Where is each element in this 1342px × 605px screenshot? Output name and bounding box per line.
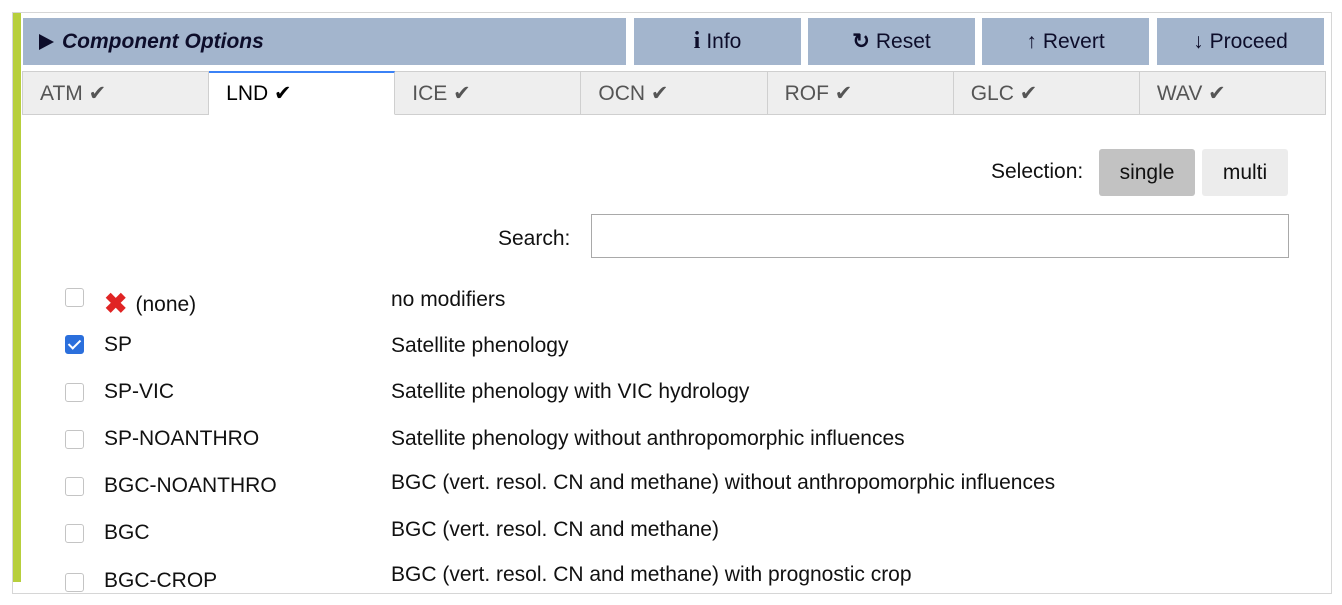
option-row-bgc-crop: BGC-CROP BGC (vert. resol. CN and methan… (0, 563, 1342, 605)
option-checkbox-bgc-noanthro[interactable] (65, 477, 84, 496)
option-name-sp-vic: SP-VIC (104, 380, 175, 403)
option-name-bgc: BGC (104, 521, 150, 544)
arrow-up-icon: ↑ (1026, 29, 1037, 53)
component-options-header[interactable]: Component Options (23, 18, 626, 65)
option-checkbox-bgc-crop[interactable] (65, 573, 84, 592)
selection-multi-button[interactable]: multi (1202, 149, 1288, 196)
component-tabs: ATM ✔ LND ✔ ICE ✔ OCN ✔ ROF ✔ GLC ✔ WAV … (22, 71, 1326, 115)
red-x-icon: ✖ (104, 288, 128, 319)
selection-single-button[interactable]: single (1099, 149, 1195, 196)
selection-label: Selection: (991, 160, 1084, 183)
option-row-sp: SP Satellite phenology (0, 333, 1342, 373)
reset-icon: ↻ (852, 30, 870, 53)
option-name-bgc-noanthro: BGC-NOANTHRO (104, 474, 277, 497)
option-name-sp-noanthro: SP-NOANTHRO (104, 427, 260, 450)
reset-button-label: Reset (875, 29, 931, 53)
option-checkbox-sp-vic[interactable] (65, 383, 84, 402)
tab-glc[interactable]: GLC ✔ (953, 71, 1140, 114)
reset-button[interactable]: ↻ Reset (808, 18, 975, 65)
option-description: BGC (vert. resol. CN and methane) with p… (391, 563, 912, 586)
option-name-none: ✖ (none) (104, 285, 197, 319)
search-input[interactable] (591, 214, 1289, 258)
tab-ocn[interactable]: OCN ✔ (581, 71, 768, 114)
tab-ice[interactable]: ICE ✔ (395, 71, 582, 114)
revert-button[interactable]: ↑ Revert (982, 18, 1149, 65)
option-checkbox-bgc[interactable] (65, 524, 84, 543)
option-description: Satellite phenology (391, 334, 569, 357)
option-row-sp-noanthro: SP-NOANTHRO Satellite phenology without … (0, 427, 1342, 467)
proceed-button[interactable]: ↓ Proceed (1157, 18, 1324, 65)
option-checkbox-sp-noanthro[interactable] (65, 430, 84, 449)
info-button[interactable]: i Info (634, 18, 801, 65)
option-description: Satellite phenology without anthropomorp… (391, 427, 905, 450)
header-title: Component Options (62, 29, 264, 53)
option-checkbox-sp[interactable] (65, 335, 84, 354)
option-name-bgc-crop: BGC-CROP (104, 569, 218, 592)
tab-rof[interactable]: ROF ✔ (767, 71, 954, 114)
option-checkbox-none[interactable] (65, 288, 84, 307)
search-label: Search: (498, 227, 571, 250)
tab-lnd[interactable]: LND ✔ (209, 71, 396, 115)
option-row-bgc: BGC BGC (vert. resol. CN and methane) (0, 518, 1342, 561)
proceed-button-label: Proceed (1209, 29, 1288, 53)
option-description: BGC (vert. resol. CN and methane) (391, 518, 719, 541)
option-row-sp-vic: SP-VIC Satellite phenology with VIC hydr… (0, 380, 1342, 420)
option-row-bgc-noanthro: BGC-NOANTHRO BGC (vert. resol. CN and me… (0, 471, 1342, 514)
tab-wav[interactable]: WAV ✔ (1139, 71, 1326, 114)
option-description: Satellite phenology with VIC hydrology (391, 380, 750, 403)
option-row-none: ✖ (none) no modifiers (0, 285, 1342, 325)
option-name-text: (none) (135, 293, 197, 316)
expand-triangle-icon (39, 33, 54, 50)
info-button-label: Info (706, 29, 742, 53)
option-name-sp: SP (104, 333, 133, 356)
option-description: no modifiers (391, 288, 506, 311)
tab-atm[interactable]: ATM ✔ (22, 71, 210, 114)
revert-button-label: Revert (1042, 29, 1105, 53)
arrow-down-icon: ↓ (1193, 29, 1204, 53)
info-icon: i (693, 28, 701, 54)
option-description: BGC (vert. resol. CN and methane) withou… (391, 471, 1056, 494)
